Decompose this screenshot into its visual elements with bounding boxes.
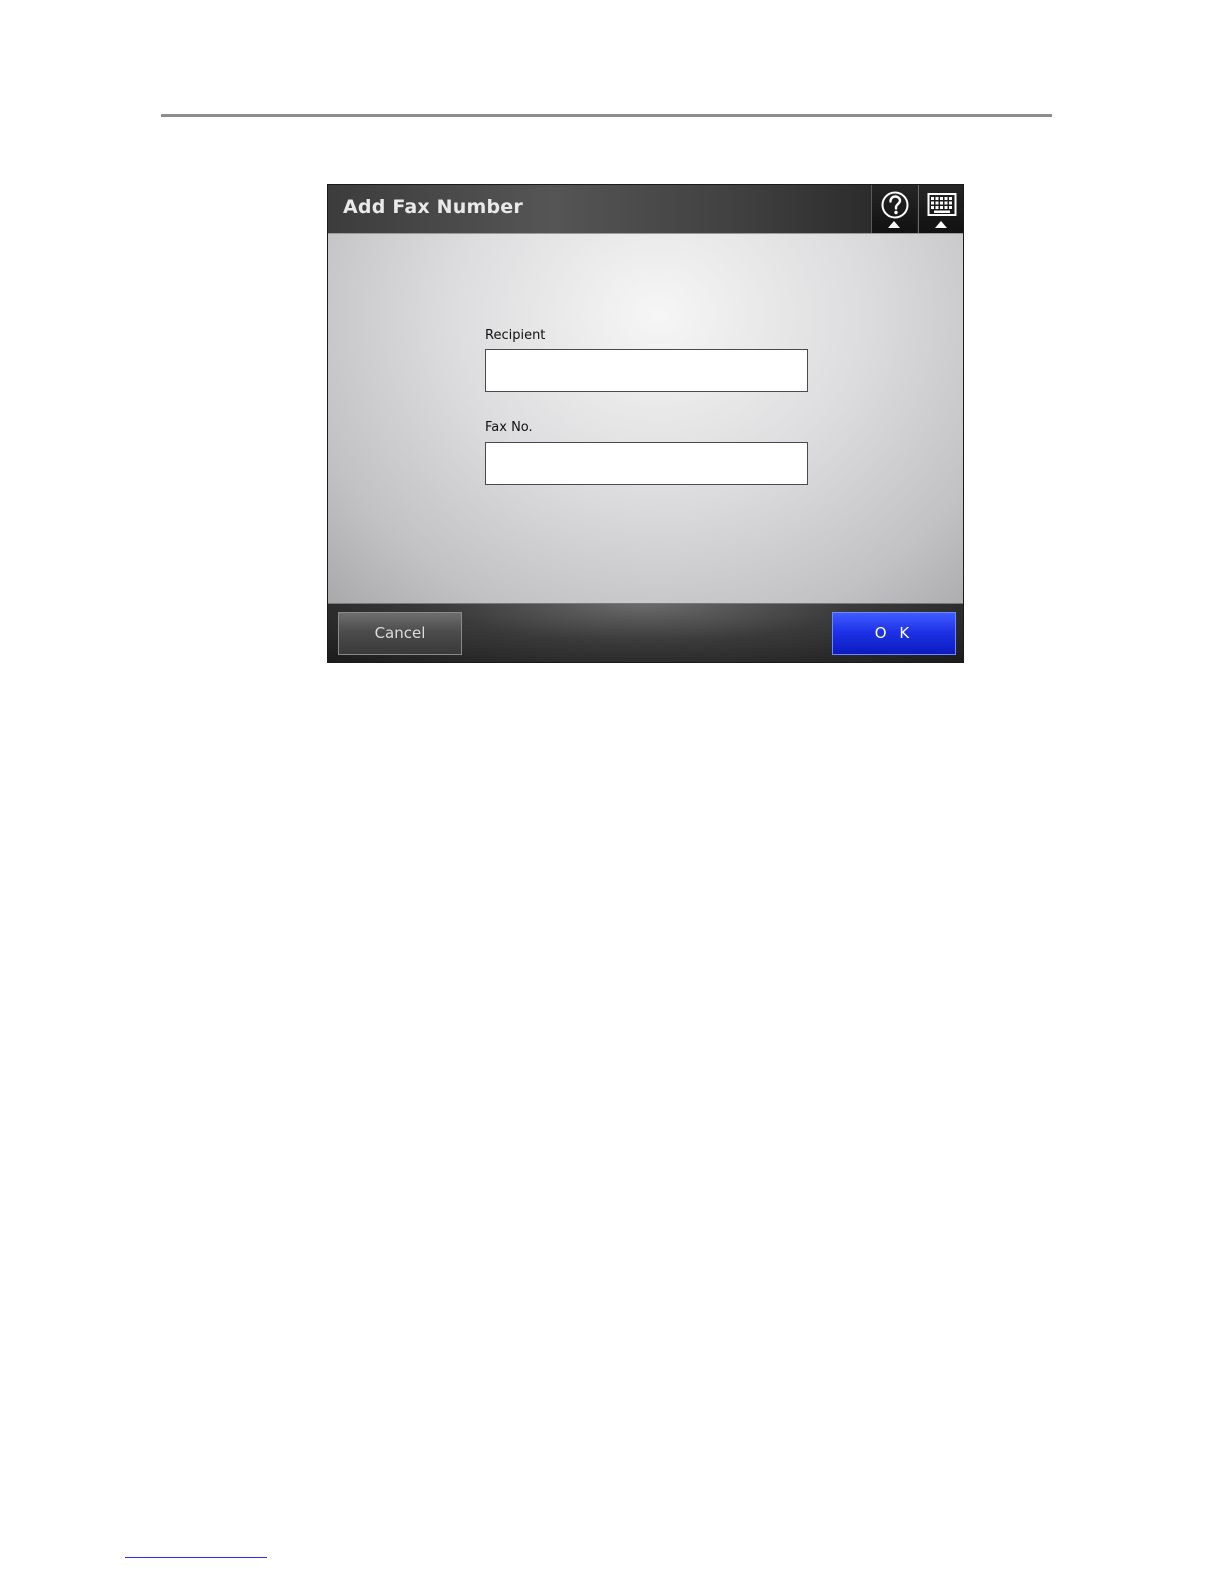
fax-number-input[interactable] (485, 442, 808, 485)
cancel-button[interactable]: Cancel (338, 612, 462, 655)
help-button[interactable] (871, 185, 917, 233)
keyboard-button[interactable] (918, 185, 963, 233)
keyboard-icon (927, 193, 957, 216)
dialog-button-bar: Cancel O K (328, 603, 963, 662)
add-fax-number-dialog: Add Fax Number Recipient Fax No. Cancel … (327, 184, 964, 663)
dialog-content: Recipient Fax No. (328, 233, 963, 603)
dialog-title: Add Fax Number (343, 196, 523, 218)
dialog-title-bar: Add Fax Number (328, 185, 963, 233)
help-caret-icon (888, 221, 900, 228)
recipient-label: Recipient (485, 328, 546, 343)
help-icon (881, 191, 909, 219)
keyboard-caret-icon (935, 221, 947, 228)
ok-button[interactable]: O K (832, 612, 956, 655)
footer-link-underline (125, 1557, 267, 1558)
fax-number-label: Fax No. (485, 420, 533, 435)
page-header-rule (161, 114, 1052, 117)
recipient-input[interactable] (485, 349, 808, 392)
